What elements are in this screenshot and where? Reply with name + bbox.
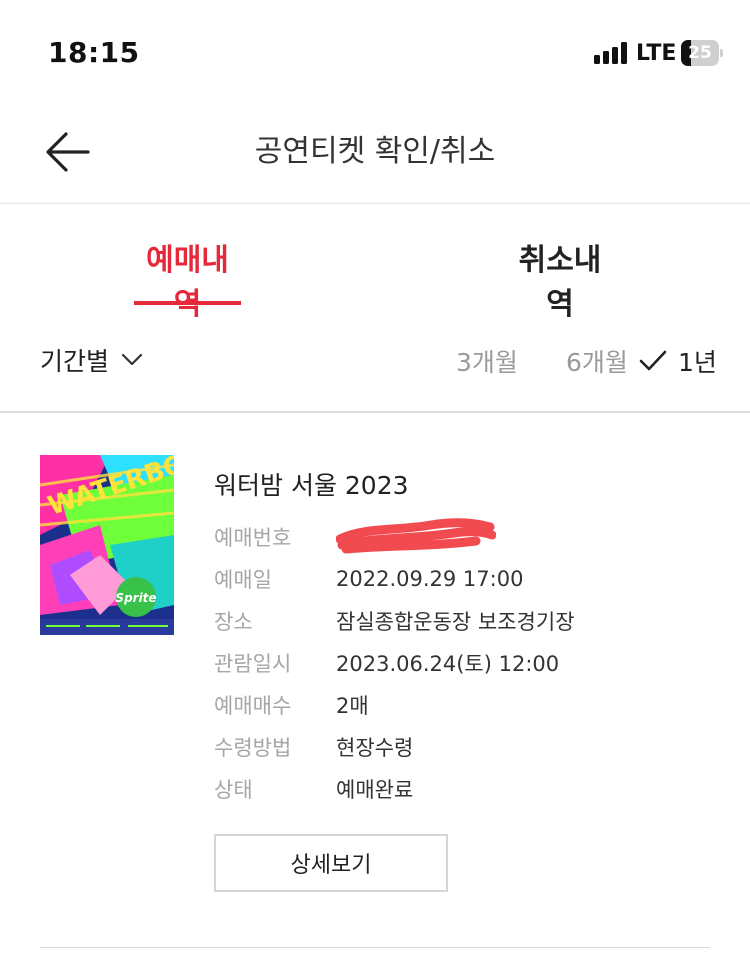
- tab-cancellations[interactable]: 취소내역: [505, 205, 615, 322]
- period-dropdown[interactable]: 기간별: [40, 343, 143, 377]
- battery-percent: 25: [688, 43, 712, 63]
- info-value: 2023.06.24(토) 12:00: [336, 652, 560, 676]
- info-label: 상태: [214, 778, 253, 802]
- info-value: 2022.09.29 17:00: [336, 567, 524, 591]
- status-time: 18:15: [48, 36, 140, 69]
- poster-brand-text: Sprite: [115, 591, 156, 605]
- tab-reservations[interactable]: 예매내역: [134, 205, 241, 322]
- info-label: 예매번호: [214, 526, 292, 550]
- status-bar: 18:15 LTE 25: [0, 0, 750, 100]
- period-option-1-year[interactable]: 1년: [638, 343, 717, 379]
- period-filter: 기간별 3개월 6개월 1년: [0, 305, 750, 413]
- info-row-pickup-method: 수령방법 현장수령: [214, 731, 413, 763]
- info-label: 수령방법: [214, 736, 292, 760]
- info-row-show-datetime: 관람일시 2023.06.24(토) 12:00: [214, 647, 559, 679]
- info-value: 현장수령: [336, 736, 414, 760]
- back-button[interactable]: [40, 128, 96, 176]
- view-details-button[interactable]: 상세보기: [214, 834, 448, 892]
- info-value: 2매: [336, 694, 369, 718]
- period-option-label: 3개월: [456, 348, 518, 377]
- period-option-3-months[interactable]: 3개월: [456, 343, 518, 379]
- info-label: 예매매수: [214, 694, 292, 718]
- period-dropdown-label: 기간별: [40, 347, 110, 376]
- network-type: LTE: [636, 41, 677, 66]
- info-label: 관람일시: [214, 652, 292, 676]
- page-title: 공연티켓 확인/취소: [254, 134, 496, 169]
- card-divider: [40, 947, 710, 948]
- battery-icon: 25: [681, 40, 723, 66]
- event-poster[interactable]: WATERBOMB Sprite: [40, 455, 174, 635]
- period-option-label: 1년: [678, 348, 717, 377]
- info-value: 잠실종합운동장 보조경기장: [336, 610, 575, 634]
- period-option-6-months[interactable]: 6개월: [566, 343, 628, 379]
- redaction-scribble: [336, 518, 496, 554]
- info-label: 예매일: [214, 568, 272, 592]
- tab-bar: 예매내역 취소내역: [0, 205, 750, 322]
- info-row-booking-date: 예매일 2022.09.29 17:00: [214, 563, 523, 595]
- chevron-down-icon: [121, 353, 143, 366]
- period-option-label: 6개월: [566, 348, 628, 377]
- info-row-booking-number: 예매번호: [214, 518, 496, 554]
- booking-card: WATERBOMB Sprite 워터밤 서울 2023 예매번호 예매일 20…: [0, 415, 750, 948]
- checkmark-icon: [639, 350, 667, 371]
- app-header: 공연티켓 확인/취소: [0, 100, 750, 204]
- info-row-venue: 장소 잠실종합운동장 보조경기장: [214, 605, 575, 637]
- event-title: 워터밤 서울 2023: [214, 471, 409, 500]
- info-label: 장소: [214, 610, 253, 634]
- info-row-ticket-count: 예매매수 2매: [214, 689, 369, 721]
- arrow-left-icon: [46, 132, 90, 172]
- status-value: 예매완료: [336, 778, 414, 802]
- cellular-signal-icon: [594, 42, 630, 64]
- info-row-status: 상태 예매완료: [214, 773, 413, 805]
